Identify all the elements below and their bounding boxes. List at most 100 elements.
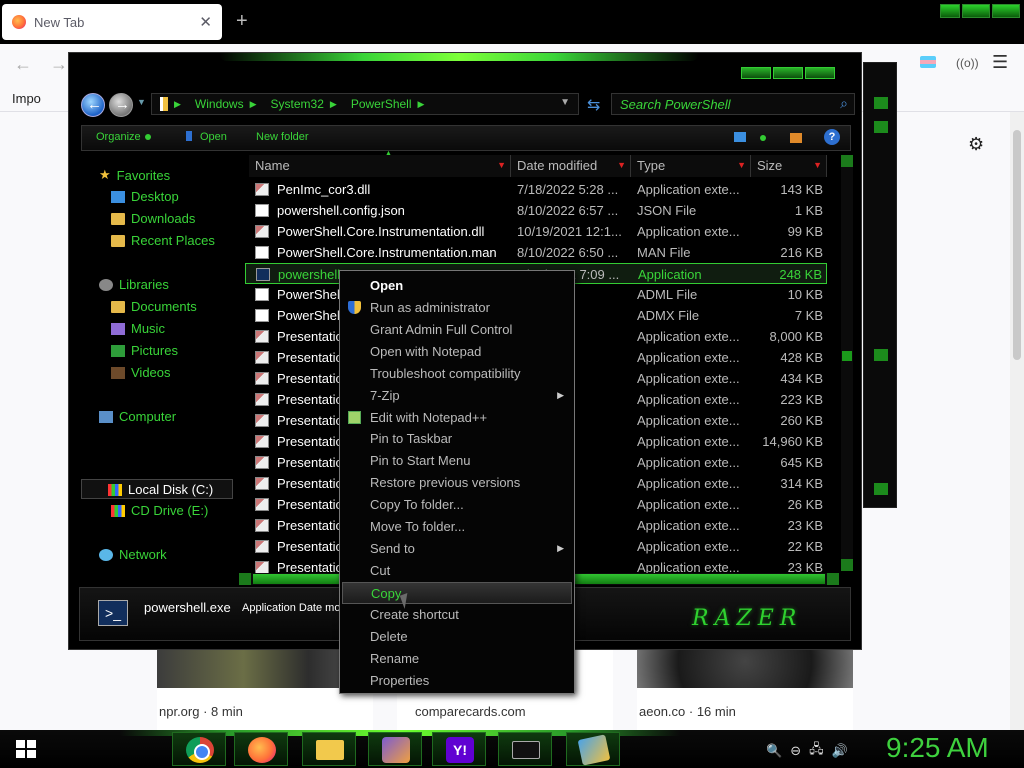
menu-item-restore-previous-versions[interactable]: Restore previous versions [342,472,572,494]
hamburger-menu-icon[interactable]: ☰ [992,52,1008,73]
forward-button[interactable] [109,93,133,117]
file-row[interactable]: powershell.config.json 8/10/2022 6:57 ...… [245,200,827,221]
nav-network[interactable]: Network [99,547,167,562]
open-button[interactable]: Open [186,131,227,143]
menu-item-send-to[interactable]: Send to ▶ [342,538,572,560]
new-folder-button[interactable]: New folder [256,131,309,143]
column-dropdown-icon[interactable]: ▼ [497,160,506,170]
nav-desktop[interactable]: Desktop [111,189,179,204]
close-button[interactable] [992,4,1020,18]
nav-downloads[interactable]: Downloads [111,211,195,226]
scrollbar-thumb[interactable] [842,351,852,361]
gear-icon[interactable]: ⚙ [968,134,984,155]
scroll-down-button[interactable] [841,559,853,571]
menu-item-run-as-administrator[interactable]: Run as administrator [342,297,572,319]
menu-item-rename[interactable]: Rename [342,648,572,670]
network-icon[interactable]: 🖧 [809,740,824,762]
search-box[interactable]: ⌕ [611,93,855,115]
breadcrumb-powershell[interactable]: PowerShell [351,97,412,111]
menu-item-pin-to-start-menu[interactable]: Pin to Start Menu [342,450,572,472]
scroll-up-button[interactable] [841,155,853,167]
nav-pictures[interactable]: Pictures [111,343,178,358]
column-header-date[interactable]: Date modified ▼ [511,155,631,177]
file-row[interactable]: PowerShell.Core.Instrumentation.dll 10/19… [245,221,827,242]
menu-item-move-to-folder[interactable]: Move To folder... [342,516,572,538]
taskbar-chrome[interactable] [172,732,226,766]
menu-item-properties[interactable]: Properties [342,670,572,692]
menu-item-open[interactable]: Open [342,275,572,297]
menu-item-delete[interactable]: Delete [342,626,572,648]
breadcrumb-system32[interactable]: System32 [271,97,324,111]
column-dropdown-icon[interactable]: ▼ [737,160,746,170]
status-icon[interactable]: ⊖ [790,743,801,759]
column-header-size[interactable]: Size ▼ [751,155,827,177]
column-header-type[interactable]: Type ▼ [631,155,751,177]
nav-cd-drive[interactable]: CD Drive (E:) [111,503,208,518]
menu-item-copy-to-folder[interactable]: Copy To folder... [342,494,572,516]
minimize-button[interactable] [940,4,960,18]
menu-item-edit-with-notepad[interactable]: Edit with Notepad++ [342,407,572,429]
help-icon[interactable]: ? [824,129,840,145]
change-view-icon[interactable] [734,132,746,142]
tab-new-tab[interactable]: New Tab ✕ [2,4,222,40]
windows-start-icon[interactable] [16,740,36,758]
back-button[interactable] [81,93,105,117]
taskbar-firefox[interactable] [234,732,288,766]
taskbar-app[interactable] [566,732,620,766]
maximize-button[interactable] [773,67,803,79]
breadcrumb-windows[interactable]: Windows [195,97,244,111]
menu-item-7-zip[interactable]: 7-Zip ▶ [342,385,572,407]
taskbar-file-explorer[interactable] [302,732,356,766]
organize-button[interactable]: Organize [96,131,151,143]
extension-icon[interactable]: ((o)) [956,56,979,70]
story-card[interactable]: aeon.co · 16 min [637,650,853,730]
close-button[interactable] [805,67,835,79]
nav-music[interactable]: Music [111,321,165,336]
nav-computer[interactable]: Computer [99,409,176,424]
scroll-right-button[interactable] [827,573,839,585]
minimize-button[interactable] [741,67,771,79]
forward-arrow-icon[interactable]: → [50,54,68,75]
refresh-icon[interactable]: ⇆ [587,95,600,115]
file-list-vertical-scrollbar[interactable] [841,155,853,571]
preview-pane-icon[interactable] [790,133,802,143]
menu-item-create-shortcut[interactable]: Create shortcut [342,604,572,626]
column-dropdown-icon[interactable]: ▼ [813,160,822,170]
menu-item-copy[interactable]: Copy [342,582,572,604]
page-scrollbar[interactable] [1010,112,1024,730]
maximize-button[interactable] [962,4,990,18]
taskbar-yahoo[interactable]: Y! [432,732,486,766]
back-arrow-icon[interactable]: ← [14,54,32,75]
scrollbar-thumb[interactable] [1013,130,1021,360]
column-header-name[interactable]: Name ▲ ▼ [249,150,511,177]
nav-recent-places[interactable]: Recent Places [111,233,215,248]
breadcrumb-separator[interactable]: ▶ [174,99,181,110]
file-row[interactable]: PowerShell.Core.Instrumentation.man 8/10/… [245,242,827,263]
search-icon[interactable]: ⌕ [840,95,848,112]
breadcrumb-separator[interactable]: ▶ [250,99,257,110]
address-bar[interactable]: ▶ Windows ▶ System32 ▶ PowerShell ▶ ▼ [151,93,579,115]
taskbar-terminal[interactable] [498,732,552,766]
search-icon[interactable]: 🔍 [766,743,782,759]
menu-item-pin-to-taskbar[interactable]: Pin to Taskbar [342,428,572,450]
nav-local-disk-selected[interactable]: Local Disk (C:) [81,479,233,499]
flag-extension-icon[interactable] [920,56,936,68]
nav-videos[interactable]: Videos [111,365,171,380]
view-options-icon[interactable] [760,135,766,141]
menu-item-troubleshoot-compatibility[interactable]: Troubleshoot compatibility [342,363,572,385]
breadcrumb-separator[interactable]: ▶ [418,99,425,110]
nav-favorites[interactable]: ★ Favorites [99,167,170,183]
import-bookmarks-link[interactable]: Impo [12,91,41,106]
address-dropdown-icon[interactable]: ▼ [560,97,570,108]
breadcrumb-separator[interactable]: ▶ [330,99,337,110]
nav-libraries[interactable]: Libraries [99,277,169,292]
menu-item-open-with-notepad[interactable]: Open with Notepad [342,341,572,363]
file-row[interactable]: PenImc_cor3.dll 7/18/2022 5:28 ... Applica… [245,179,827,200]
nav-documents[interactable]: Documents [111,299,197,314]
tab-close-icon[interactable]: ✕ [199,13,212,31]
nav-local-disk[interactable]: Local Disk (C:) [108,482,213,497]
new-tab-button[interactable]: + [236,10,248,33]
scroll-left-button[interactable] [239,573,251,585]
menu-item-grant-admin-full-control[interactable]: Grant Admin Full Control [342,319,572,341]
recent-pages-dropdown[interactable]: ▼ [137,97,146,107]
